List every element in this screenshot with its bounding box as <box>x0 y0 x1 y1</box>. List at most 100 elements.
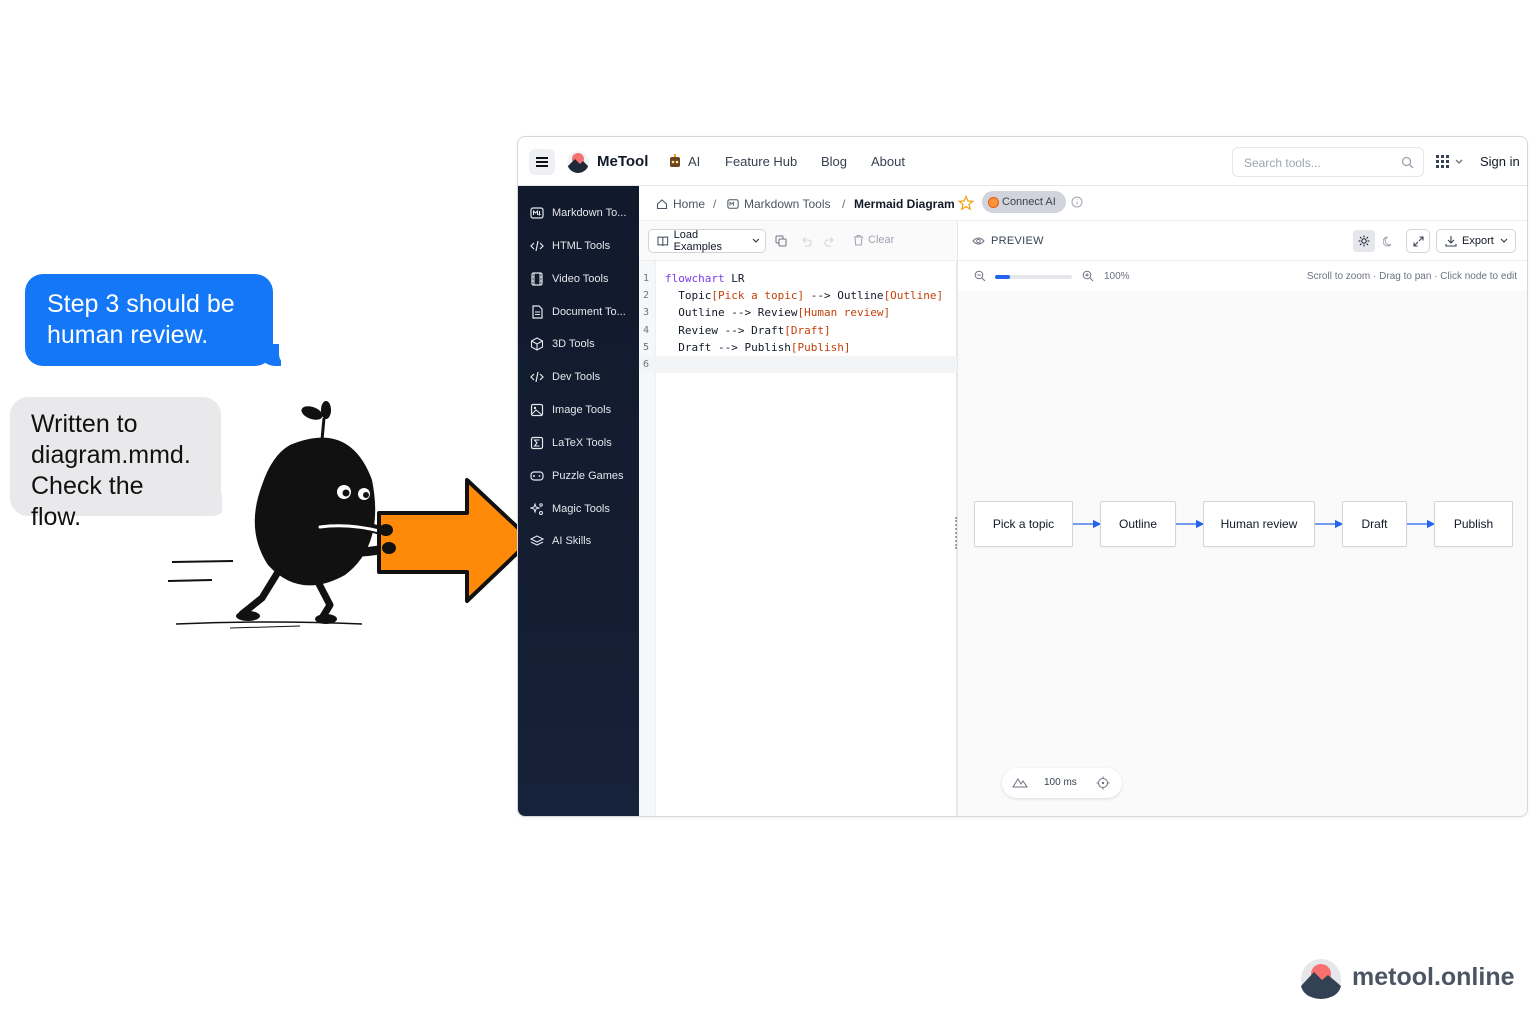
code-icon <box>530 371 544 383</box>
code-token: Review --> Draft <box>665 323 785 337</box>
sidebar-item-label: Video Tools <box>552 273 609 285</box>
robot-icon <box>670 154 680 167</box>
outgoing-message-text: Step 3 should be human review. <box>47 290 235 349</box>
apps-grid-icon[interactable] <box>1436 155 1468 169</box>
bubble-tail <box>259 344 281 366</box>
breadcrumb-markdown-tools[interactable]: Markdown Tools <box>727 197 830 211</box>
line-number: 2 <box>642 290 650 302</box>
line-number: 6 <box>642 358 650 370</box>
sparkles-icon <box>530 502 543 515</box>
sidebar: Markdown To... HTML Tools Video Tools Do… <box>518 186 639 816</box>
code-text: flowchart LR <box>665 270 744 287</box>
sidebar-item-label: Magic Tools <box>552 503 610 515</box>
outgoing-message-bubble: Step 3 should be human review. <box>25 274 295 366</box>
flowchart-node-human-review[interactable]: Human review <box>1203 501 1315 547</box>
undo-icon[interactable] <box>800 235 812 247</box>
line-number: 3 <box>642 307 650 319</box>
metool-logo-icon <box>567 151 589 173</box>
code-token: [Outline] <box>883 289 944 303</box>
sidebar-item-label: Document To... <box>552 306 626 318</box>
breadcrumb-home[interactable]: Home <box>656 197 705 211</box>
sidebar-item-3d-tools[interactable]: 3D Tools <box>518 330 639 358</box>
nav-link-about[interactable]: About <box>871 154 905 169</box>
code-text: Topic[Pick a topic] --> Outline[Outline] <box>665 287 943 304</box>
sidebar-item-ai-skills[interactable]: AI Skills <box>518 527 639 555</box>
sigma-icon <box>530 436 544 450</box>
breadcrumb: Home / Markdown Tools / Mermaid Diagram … <box>639 186 1527 221</box>
code-token: [Publish] <box>790 340 851 354</box>
image-icon <box>530 403 544 417</box>
sidebar-item-magic-tools[interactable]: Magic Tools <box>518 495 639 523</box>
hamburger-menu-button[interactable] <box>529 149 555 175</box>
code-line: 4 Review --> Draft[Draft] <box>639 322 957 339</box>
code-text: Outline --> Review[Human review] <box>665 304 890 321</box>
clear-label: Clear <box>868 234 895 246</box>
breadcrumb-section-label: Markdown Tools <box>744 197 831 211</box>
sidebar-item-puzzle-games[interactable]: Puzzle Games <box>518 462 639 490</box>
sidebar-item-label: Image Tools <box>552 404 612 416</box>
home-icon <box>656 199 668 210</box>
sidebar-item-label: HTML Tools <box>552 240 611 252</box>
sidebar-item-video-tools[interactable]: Video Tools <box>518 265 639 293</box>
mountain-icon <box>1012 778 1028 788</box>
search-icon <box>1401 156 1414 169</box>
line-number: 1 <box>642 273 650 284</box>
redo-icon[interactable] <box>824 235 836 247</box>
film-icon <box>531 272 543 286</box>
sidebar-item-label: AI Skills <box>552 535 592 547</box>
code-token: --> Outline <box>804 289 884 303</box>
search-placeholder: Search tools... <box>1244 156 1321 170</box>
clear-button[interactable]: Clear <box>853 234 894 246</box>
flowchart-node-pick-a-topic[interactable]: Pick a topic <box>974 501 1073 547</box>
flowchart-node-outline[interactable]: Outline <box>1100 501 1176 547</box>
sign-in-link[interactable]: Sign in <box>1480 154 1520 169</box>
code-token: flowchart <box>665 272 725 285</box>
load-examples-label: Load Examples <box>673 229 722 253</box>
code-icon <box>530 240 544 252</box>
book-icon <box>657 236 669 246</box>
code-line: 2 Topic[Pick a topic] --> Outline[Outlin… <box>639 287 957 304</box>
sidebar-item-dev-tools[interactable]: Dev Tools <box>518 363 639 391</box>
flowchart-node-publish[interactable]: Publish <box>1434 501 1513 547</box>
sidebar-item-label: Dev Tools <box>552 371 601 383</box>
info-icon[interactable] <box>1071 196 1083 208</box>
code-token: [Human review] <box>797 306 891 320</box>
metool-logo-icon <box>1301 959 1341 999</box>
sidebar-item-html-tools[interactable]: HTML Tools <box>518 232 639 260</box>
document-icon <box>532 305 543 319</box>
nav-link-blog[interactable]: Blog <box>821 154 847 169</box>
editor-toolbar: Load Examples Clear <box>639 221 957 261</box>
nav-link-feature-hub[interactable]: Feature Hub <box>725 154 797 169</box>
gamepad-icon <box>530 471 544 481</box>
watermark-text: metool.online <box>1352 963 1515 991</box>
code-text: Review --> Draft[Draft] <box>665 322 830 339</box>
copy-icon[interactable] <box>775 235 787 247</box>
line-number: 5 <box>642 341 650 353</box>
code-token: [Pick a topic] <box>711 289 805 303</box>
connect-ai-button[interactable]: Connect AI <box>982 191 1066 213</box>
search-input[interactable]: Search tools... <box>1232 147 1424 177</box>
top-navigation-bar: MeTool AI Feature Hub Blog About Search … <box>518 137 1527 186</box>
sidebar-item-label: LaTeX Tools <box>552 437 612 449</box>
breadcrumb-separator: / <box>842 197 846 211</box>
sidebar-item-markdown-tools[interactable]: Markdown To... <box>518 199 639 227</box>
star-icon[interactable] <box>958 195 974 211</box>
sidebar-item-latex-tools[interactable]: LaTeX Tools <box>518 429 639 457</box>
breadcrumb-home-label: Home <box>673 197 706 211</box>
sidebar-item-document-tools[interactable]: Document To... <box>518 298 639 326</box>
sidebar-item-label: 3D Tools <box>552 338 595 350</box>
nav-link-ai[interactable]: AI <box>688 154 700 169</box>
code-token: Outline --> Review <box>665 306 798 320</box>
sidebar-item-image-tools[interactable]: Image Tools <box>518 396 639 424</box>
preview-panel: PREVIEW Export 100% Scroll to zoom · Dra… <box>955 221 1527 816</box>
code-token: Draft --> Publish <box>665 340 791 354</box>
flowchart-node-draft[interactable]: Draft <box>1342 501 1407 547</box>
brand-name[interactable]: MeTool <box>597 153 648 170</box>
code-token: Topic <box>665 289 712 303</box>
app-window: MeTool AI Feature Hub Blog About Search … <box>517 136 1528 817</box>
crosshair-icon[interactable] <box>1096 776 1110 790</box>
code-token: LR <box>724 272 745 285</box>
markdown-icon <box>530 207 544 219</box>
code-textarea[interactable]: 1 flowchart LR 2 Topic[Pick a topic] --> O… <box>639 270 957 374</box>
load-examples-button[interactable]: Load Examples <box>648 229 766 253</box>
